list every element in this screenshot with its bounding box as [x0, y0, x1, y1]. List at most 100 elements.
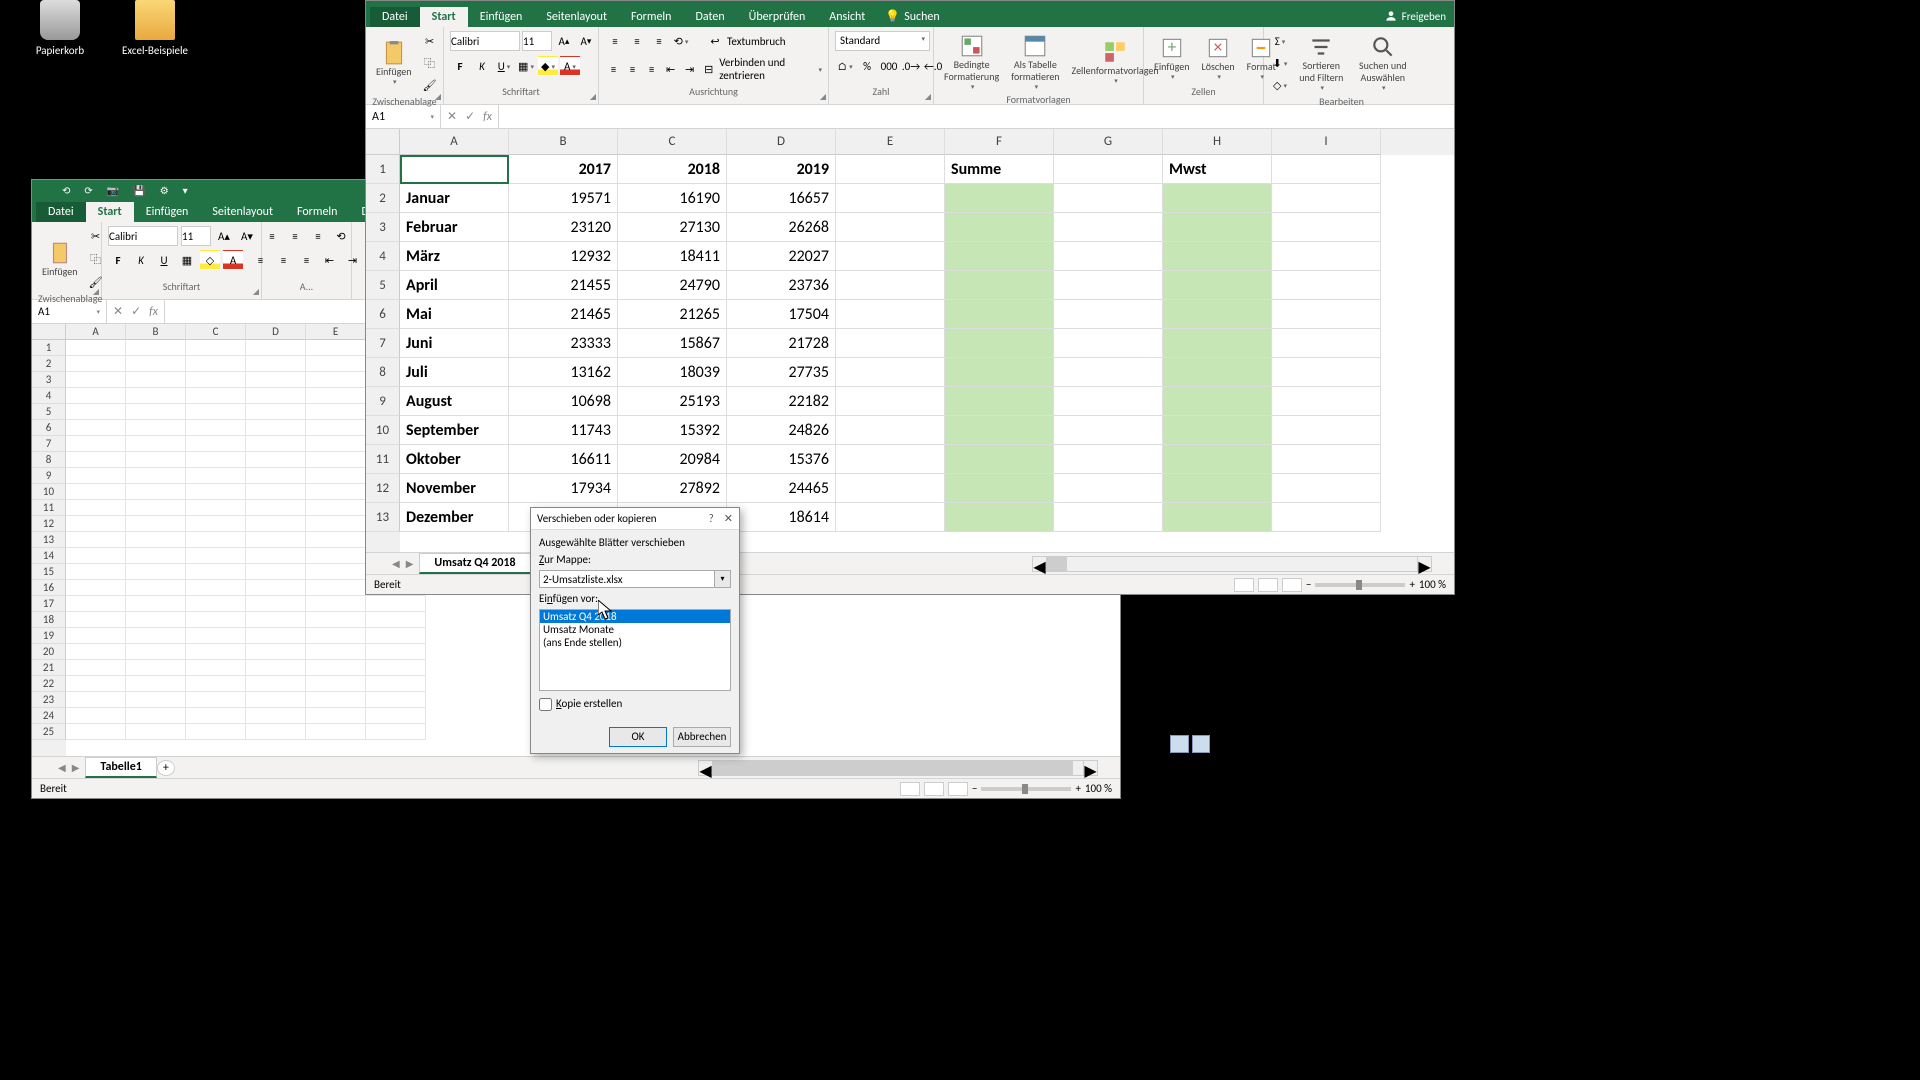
select-all-corner[interactable]	[366, 129, 400, 155]
cell[interactable]	[945, 184, 1054, 213]
col-header[interactable]: C	[618, 129, 727, 155]
cell[interactable]	[1163, 184, 1272, 213]
format-as-table-button[interactable]: Als Tabelle formatieren▾	[1007, 31, 1063, 93]
number-format-select[interactable]: Standard▾	[835, 31, 930, 51]
tell-me-search[interactable]: 💡Suchen	[877, 6, 947, 27]
paste-button-back[interactable]: Einfügen	[38, 238, 82, 280]
border-button[interactable]: ▦▾	[516, 56, 536, 76]
decrease-font-icon[interactable]: A▾	[237, 226, 257, 246]
help-icon[interactable]: ?	[709, 512, 714, 525]
orientation-icon[interactable]: ⟲▾	[671, 31, 691, 51]
copy-icon[interactable]: ⿻	[420, 53, 440, 73]
cell[interactable]: 24790	[618, 271, 727, 300]
row-header[interactable]: 8	[366, 358, 400, 387]
listbox-item[interactable]: (ans Ende stellen)	[540, 636, 730, 649]
row-header[interactable]: 10	[366, 416, 400, 445]
tab-home[interactable]: Start	[420, 7, 468, 27]
cell[interactable]	[836, 271, 945, 300]
cancel-icon[interactable]: ✕	[447, 109, 457, 124]
cancel-button[interactable]: Abbrechen	[673, 727, 731, 747]
zoom-slider[interactable]	[1315, 583, 1405, 587]
find-select-button[interactable]: Suchen und Auswählen▾	[1353, 32, 1413, 94]
cell[interactable]: 26268	[727, 213, 836, 242]
border-button[interactable]: ▦	[177, 250, 197, 270]
align-middle-icon[interactable]: ≡	[627, 31, 647, 51]
cell[interactable]: Dezember	[400, 503, 509, 532]
row-header[interactable]: 12	[366, 474, 400, 503]
cell[interactable]	[836, 213, 945, 242]
cell[interactable]: Februar	[400, 213, 509, 242]
select-all-corner[interactable]	[32, 324, 66, 340]
cell[interactable]	[945, 300, 1054, 329]
cell[interactable]	[1163, 503, 1272, 532]
font-select-back[interactable]	[108, 226, 178, 246]
col-header[interactable]: G	[1054, 129, 1163, 155]
row-header[interactable]: 9	[366, 387, 400, 416]
cell[interactable]: 21265	[618, 300, 727, 329]
paste-button[interactable]: Einfügen▾	[372, 38, 416, 88]
cell[interactable]: 23736	[727, 271, 836, 300]
cell[interactable]: 15392	[618, 416, 727, 445]
increase-decimal-icon[interactable]: .0→	[901, 56, 921, 76]
close-icon[interactable]: ✕	[724, 512, 733, 525]
cut-icon[interactable]: ✂	[420, 31, 440, 51]
page-layout-view-icon[interactable]	[924, 782, 944, 796]
cell[interactable]: 21455	[509, 271, 618, 300]
cell[interactable]	[945, 445, 1054, 474]
conditional-format-button[interactable]: Bedingte Formatierung▾	[940, 31, 1003, 93]
cell[interactable]: November	[400, 474, 509, 503]
cell[interactable]	[945, 474, 1054, 503]
row-header[interactable]: 2	[366, 184, 400, 213]
row-header[interactable]: 5	[366, 271, 400, 300]
underline-button[interactable]: U▾	[494, 56, 514, 76]
font-color-button[interactable]: A	[223, 250, 243, 270]
desktop-recycle-bin[interactable]: Papierkorb	[20, 0, 100, 57]
cell[interactable]: Mwst	[1163, 155, 1272, 184]
tab-formulas[interactable]: Formeln	[619, 7, 683, 27]
decrease-font-icon[interactable]: A▾	[576, 31, 596, 51]
cell[interactable]: 18411	[618, 242, 727, 271]
enter-icon[interactable]: ✓	[131, 304, 141, 319]
cell[interactable]	[1163, 213, 1272, 242]
normal-view-icon[interactable]	[900, 782, 920, 796]
cell[interactable]: Januar	[400, 184, 509, 213]
cell[interactable]	[836, 445, 945, 474]
copy-checkbox[interactable]	[539, 698, 552, 711]
cell[interactable]	[1054, 184, 1163, 213]
cancel-icon[interactable]: ✕	[113, 304, 123, 319]
listbox-item[interactable]: Umsatz Q4 2018	[540, 610, 730, 623]
cell[interactable]: 2019	[727, 155, 836, 184]
cell[interactable]: 27735	[727, 358, 836, 387]
cell[interactable]	[1272, 503, 1381, 532]
italic-button-back[interactable]: K	[131, 250, 151, 270]
cell[interactable]	[945, 358, 1054, 387]
cell[interactable]	[1054, 271, 1163, 300]
zoom-value-back[interactable]: 100 %	[1085, 782, 1112, 795]
fx-icon[interactable]: fx	[483, 110, 492, 124]
italic-button[interactable]: K	[472, 56, 492, 76]
sheet-tab-umsatz[interactable]: Umsatz Q4 2018	[419, 553, 530, 574]
cell[interactable]: 23120	[509, 213, 618, 242]
cell[interactable]	[1272, 213, 1381, 242]
cell[interactable]	[1163, 329, 1272, 358]
normal-view-icon[interactable]	[1234, 578, 1254, 592]
sheet-nav-prev[interactable]: ◀	[392, 557, 400, 570]
percent-icon[interactable]: %	[857, 56, 877, 76]
cell[interactable]: 15376	[727, 445, 836, 474]
cell[interactable]: März	[400, 242, 509, 271]
align-right-icon[interactable]: ≡	[643, 59, 660, 79]
merge-button[interactable]: ⊟	[700, 59, 717, 79]
cell[interactable]: 12932	[509, 242, 618, 271]
cell[interactable]	[1163, 445, 1272, 474]
cell[interactable]	[945, 387, 1054, 416]
row-header[interactable]: 13	[366, 503, 400, 532]
cell[interactable]	[1054, 358, 1163, 387]
tab-data[interactable]: Daten	[683, 7, 736, 27]
cell[interactable]	[1272, 474, 1381, 503]
cell[interactable]: 27130	[618, 213, 727, 242]
wrap-text-button[interactable]: ↩	[705, 31, 725, 51]
cell[interactable]	[1163, 474, 1272, 503]
row-header[interactable]: 7	[366, 329, 400, 358]
fill-color-button[interactable]: ◆▾	[538, 56, 558, 76]
cell[interactable]: 21465	[509, 300, 618, 329]
